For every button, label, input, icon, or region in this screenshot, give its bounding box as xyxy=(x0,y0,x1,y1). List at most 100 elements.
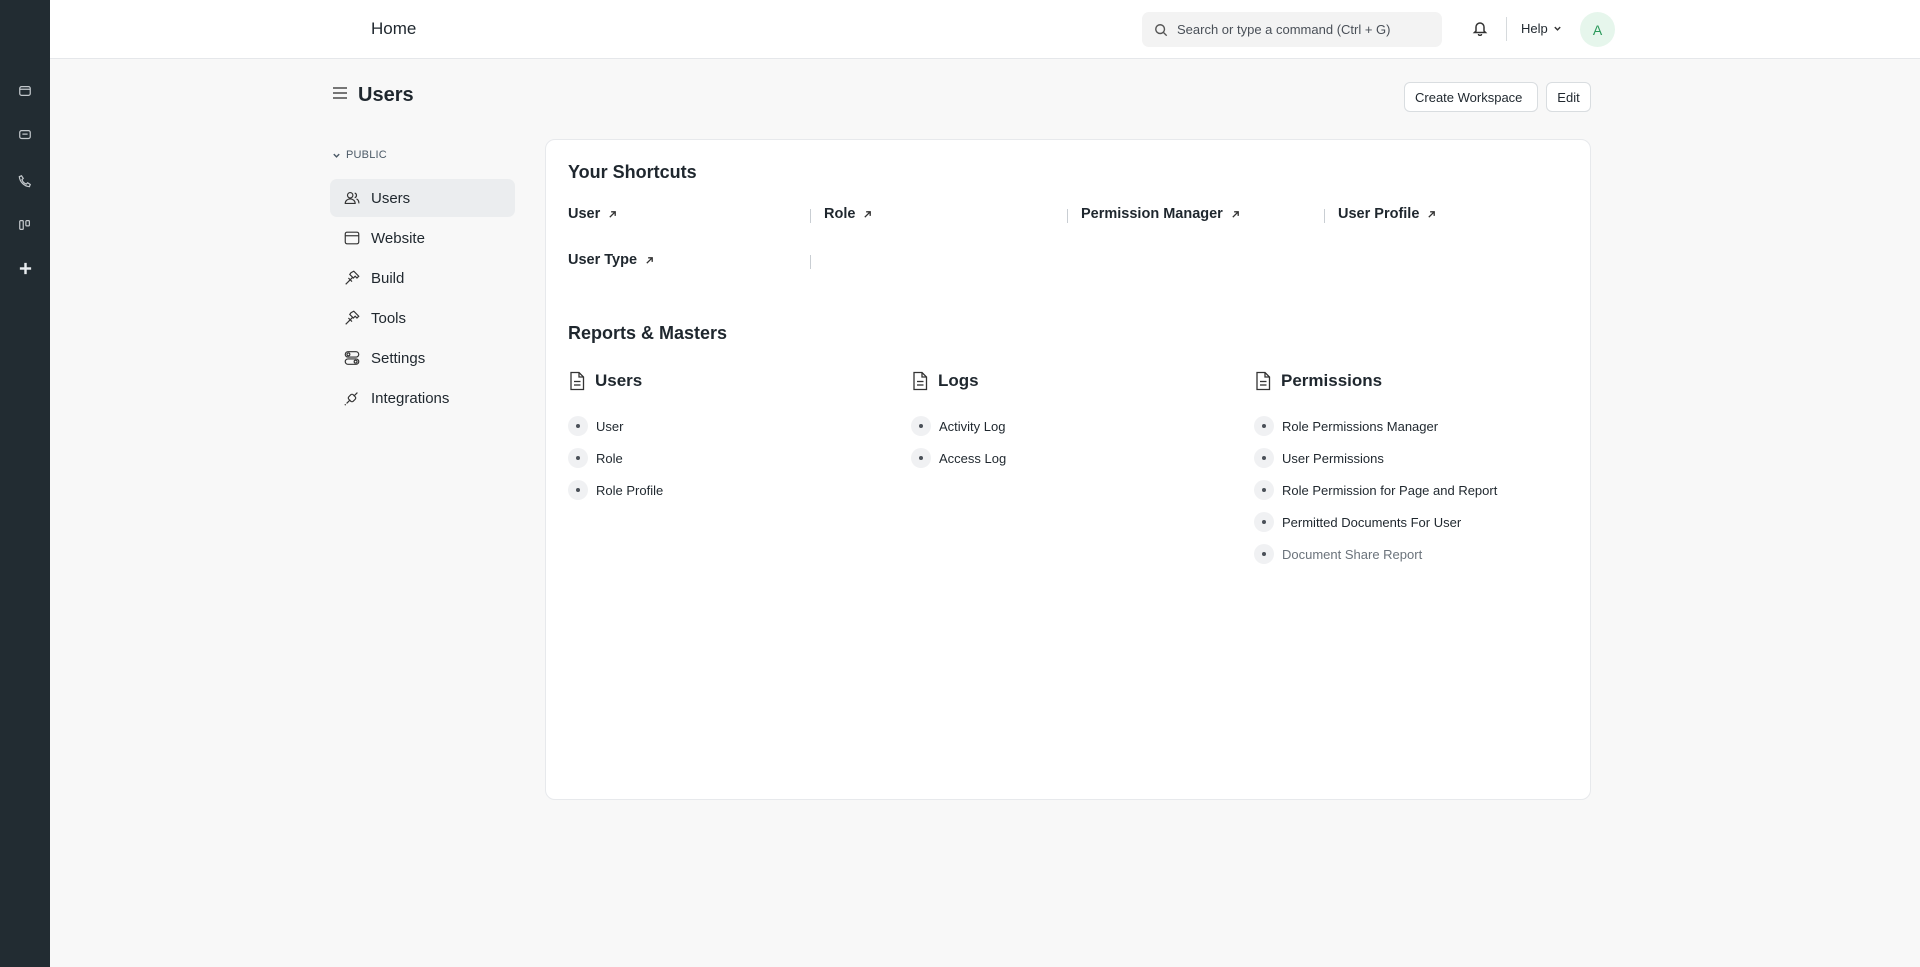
link-user[interactable]: User xyxy=(568,416,623,436)
bullet-icon xyxy=(568,448,588,468)
search-bar[interactable] xyxy=(1142,12,1442,47)
sidebar-item-label: Integrations xyxy=(371,389,450,407)
shortcut-role[interactable]: Role xyxy=(824,206,872,222)
link-label: Role Permissions Manager xyxy=(1282,418,1439,434)
arrow-up-right-icon xyxy=(1428,210,1436,218)
shortcut-divider xyxy=(810,209,811,223)
shortcut-user[interactable]: User xyxy=(568,206,617,222)
help-dropdown[interactable]: Help xyxy=(1521,21,1562,36)
message-icon[interactable] xyxy=(17,127,33,143)
link-label: User Permissions xyxy=(1282,450,1384,466)
search-icon xyxy=(1155,23,1168,36)
sidebar-item-settings[interactable]: Settings xyxy=(330,339,515,377)
shortcut-label: User Type xyxy=(568,252,638,268)
notification-button[interactable] xyxy=(1472,20,1490,38)
chevron-down-icon xyxy=(333,153,340,158)
edit-button[interactable]: Edit xyxy=(1546,82,1591,112)
bell-icon xyxy=(1472,22,1488,37)
bullet-icon xyxy=(1254,416,1274,436)
sidebar-item-users[interactable]: Users xyxy=(330,179,515,217)
shortcut-label: User xyxy=(568,206,601,222)
page-title: Users xyxy=(358,84,414,106)
card-permissions: Permissions xyxy=(1254,371,1382,391)
page-header: Users xyxy=(332,84,414,107)
sidebar-item-build[interactable]: Build xyxy=(330,259,515,297)
sidebar-item-label: Users xyxy=(371,189,411,207)
bullet-icon xyxy=(1254,512,1274,532)
link-user-permissions[interactable]: User Permissions xyxy=(1254,448,1384,468)
link-role-profile[interactable]: Role Profile xyxy=(568,480,663,500)
link-role-permissions-manager[interactable]: Role Permissions Manager xyxy=(1254,416,1438,436)
shortcut-permission-manager[interactable]: Permission Manager xyxy=(1081,206,1240,222)
shortcut-label: Role xyxy=(824,206,856,222)
bullet-icon xyxy=(1254,448,1274,468)
document-icon xyxy=(570,371,585,391)
help-label: Help xyxy=(1521,21,1548,36)
kanban-icon[interactable] xyxy=(17,217,33,233)
reports-title: Reports & Masters xyxy=(568,323,728,343)
workspace-card: Your Shortcuts User Role Permission Mana… xyxy=(545,139,1591,800)
bullet-icon xyxy=(1254,544,1274,564)
website-icon xyxy=(344,231,360,245)
sidebar-item-website[interactable]: Website xyxy=(330,219,515,257)
link-label: Document Share Report xyxy=(1282,546,1423,562)
bullet-icon xyxy=(568,480,588,500)
shortcut-user-type[interactable]: User Type xyxy=(568,252,654,268)
tools-icon xyxy=(345,310,360,325)
navbar-divider xyxy=(1506,17,1507,41)
phone-icon[interactable] xyxy=(17,173,33,189)
sidebar-item-integrations[interactable]: Integrations xyxy=(330,379,515,417)
link-label: Activity Log xyxy=(939,418,1006,434)
shortcut-label: Permission Manager xyxy=(1081,206,1223,222)
link-label: User xyxy=(596,418,624,434)
search-input[interactable] xyxy=(1177,22,1437,37)
shortcut-divider xyxy=(810,255,811,269)
sidebar-item-tools[interactable]: Tools xyxy=(330,299,515,337)
link-access-log[interactable]: Access Log xyxy=(911,448,1006,468)
sidebar-item-label: Website xyxy=(371,229,425,247)
integrations-icon xyxy=(344,392,358,406)
link-document-share-report[interactable]: Document Share Report xyxy=(1254,544,1422,564)
link-permitted-documents[interactable]: Permitted Documents For User xyxy=(1254,512,1461,532)
bullet-icon xyxy=(1254,480,1274,500)
card-title: Permissions xyxy=(1281,371,1383,390)
arrow-up-right-icon xyxy=(1232,210,1239,218)
card-title: Logs xyxy=(938,371,979,390)
link-label: Role Permission for Page and Report xyxy=(1282,482,1498,498)
link-label: Role xyxy=(596,450,623,466)
link-role[interactable]: Role xyxy=(568,448,623,468)
link-label: Access Log xyxy=(939,450,1007,466)
card-logs: Logs xyxy=(911,371,979,391)
shortcut-divider xyxy=(1324,209,1325,223)
sidebar-section-public[interactable]: PUBLIC xyxy=(332,149,387,161)
bullet-icon xyxy=(911,448,931,468)
shortcut-user-profile[interactable]: User Profile xyxy=(1338,206,1436,222)
sidebar-item-label: Settings xyxy=(371,349,426,367)
arrow-up-right-icon xyxy=(864,210,872,218)
link-label: Permitted Documents For User xyxy=(1282,514,1462,530)
avatar[interactable]: A xyxy=(1580,12,1615,47)
card-users: Users xyxy=(568,371,642,391)
sidebar-item-label: Build xyxy=(371,269,405,287)
arrow-up-right-icon xyxy=(646,256,653,264)
document-icon xyxy=(1256,371,1271,391)
card-title: Users xyxy=(595,371,643,390)
arrow-up-right-icon xyxy=(609,210,617,218)
link-label: Role Profile xyxy=(596,482,664,498)
bullet-icon xyxy=(911,416,931,436)
settings-icon xyxy=(344,351,360,365)
sidebar-toggle[interactable] xyxy=(332,86,348,105)
link-role-permission-page-report[interactable]: Role Permission for Page and Report xyxy=(1254,480,1497,500)
build-icon xyxy=(345,270,360,285)
users-icon xyxy=(344,192,360,204)
folder-icon[interactable] xyxy=(17,83,33,99)
chevron-down-icon xyxy=(1554,26,1561,31)
link-activity-log[interactable]: Activity Log xyxy=(911,416,1005,436)
shortcuts-title: Your Shortcuts xyxy=(568,162,697,182)
create-workspace-button[interactable]: Create Workspace xyxy=(1404,82,1538,112)
app-rail xyxy=(0,0,50,967)
shortcut-divider xyxy=(1067,209,1068,223)
plus-icon[interactable] xyxy=(17,260,33,276)
sidebar-section-label: PUBLIC xyxy=(346,149,387,161)
breadcrumb-home[interactable]: Home xyxy=(371,19,416,39)
